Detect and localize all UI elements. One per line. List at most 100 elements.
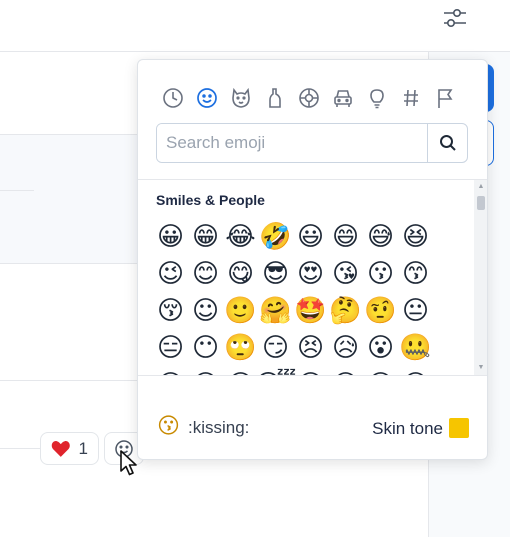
tab-food[interactable]: [260, 84, 290, 112]
emoji-cell[interactable]: 😋: [224, 255, 257, 292]
emoji-glyph: ☺: [191, 295, 220, 326]
tab-flags[interactable]: [430, 84, 460, 112]
emoji-cell[interactable]: 😎: [259, 255, 292, 292]
emoji-preview: 😗 :kissing: Skin tone: [138, 412, 487, 442]
emoji-cell[interactable]: 😝: [399, 366, 432, 376]
emoji-cell[interactable]: 🤔: [329, 292, 362, 329]
emoji-cell[interactable]: 🤐: [399, 329, 432, 366]
emoji-cell[interactable]: 😉: [154, 255, 187, 292]
emoji-cell[interactable]: 😗: [364, 255, 397, 292]
emoji-cell[interactable]: 😥: [329, 329, 362, 366]
emoji-cell[interactable]: 😴: [255, 366, 297, 376]
smiley-icon: [197, 88, 217, 108]
reaction-heart[interactable]: 1: [40, 432, 99, 465]
car-icon: [334, 90, 352, 107]
emoji-cell[interactable]: 😮: [364, 329, 397, 366]
emoji-cell[interactable]: 😪: [189, 366, 222, 376]
emoji-cell[interactable]: 😃: [294, 218, 327, 255]
emoji-cell[interactable]: 😍: [294, 255, 327, 292]
tab-activities[interactable]: [294, 84, 324, 112]
ball-icon: [299, 88, 319, 108]
reaction-count: 1: [78, 438, 88, 458]
emoji-cell[interactable]: 😐: [399, 292, 432, 329]
skin-tone-selector[interactable]: [449, 418, 469, 438]
emoji-glyph: 😘: [331, 258, 360, 289]
emoji-glyph: 🤐: [399, 332, 432, 363]
emoji-cell[interactable]: 😚: [154, 292, 187, 329]
emoji-glyph: 😚: [156, 295, 185, 326]
emoji-glyph: 😑: [156, 332, 185, 363]
heart-icon: [51, 440, 70, 457]
emoji-grid: 😀😁😂🤣😃😄😅😆 😉😊😋😎😍😘😗😙 😚☺🙂🤗🤩🤔🤨😐 😑😶🙄😏😣😥😮🤐 😯😪😫😴😌😛😜😝: [154, 218, 432, 376]
scrollbar[interactable]: ▲ ▼: [474, 180, 487, 375]
emoji-glyph: 😗: [366, 258, 395, 289]
scroll-thumb[interactable]: [477, 196, 485, 210]
emoji-glyph: 🙂: [224, 295, 257, 326]
emoji-cell[interactable]: 😂: [224, 218, 257, 255]
emoji-cell[interactable]: 😁: [189, 218, 222, 255]
scroll-up-arrow[interactable]: ▲: [477, 183, 485, 191]
sliders-icon: [444, 9, 466, 28]
emoji-glyph: 🤔: [329, 295, 362, 326]
emoji-glyph: 😁: [191, 221, 220, 252]
emoji-cell[interactable]: 😶: [189, 329, 222, 366]
scroll-down-arrow[interactable]: ▼: [477, 364, 485, 372]
emoji-glyph: 😉: [156, 258, 185, 289]
tab-symbols[interactable]: [396, 84, 426, 112]
tab-objects[interactable]: [362, 84, 392, 112]
emoji-cell[interactable]: 😄: [329, 218, 362, 255]
emoji-glyph: 😣: [296, 332, 325, 363]
emoji-glyph: 😎: [261, 258, 290, 289]
emoji-cell[interactable]: 🤗: [259, 292, 292, 329]
emoji-cell[interactable]: 😌: [294, 366, 327, 376]
dog-face-icon: [232, 87, 250, 108]
emoji-glyph: 🤨: [364, 295, 397, 326]
emoji-cell[interactable]: 😆: [399, 218, 432, 255]
emoji-cell[interactable]: 😫: [224, 366, 257, 376]
preview-emoji: 😗: [157, 414, 180, 439]
emoji-glyph: 😀: [156, 221, 185, 252]
search-button[interactable]: [427, 124, 467, 162]
section-title: Smiles & People: [156, 192, 265, 208]
emoji-picker: Smiles & People 😀😁😂🤣😃😄😅😆😉😊😋😎😍😘😗😙😚☺🙂🤗🤩🤔🤨😐…: [137, 59, 488, 460]
mouse-cursor-icon: [120, 450, 137, 476]
emoji-search: [156, 123, 468, 163]
emoji-cell[interactable]: 🤩: [294, 292, 327, 329]
emoji-cell[interactable]: 🙄: [224, 329, 257, 366]
emoji-list: Smiles & People 😀 😁 😂 🤣 😃 😄 😅 😆 😉 😊 😋 😎 😍 😘 😗 😙 😚 ☺ 🙂 🤗 🤩 🤔 🤨 😐…: [138, 180, 487, 376]
preview-name: :kissing:: [188, 418, 250, 437]
emoji-glyph: 😆: [401, 221, 430, 252]
emoji-cell[interactable]: ☺: [189, 292, 222, 329]
clock-icon: [163, 88, 183, 108]
divider: [0, 190, 34, 191]
emoji-glyph: 😂: [225, 221, 256, 252]
emoji-cell[interactable]: 😯: [154, 366, 187, 376]
emoji-cell[interactable]: 😘: [329, 255, 362, 292]
emoji-cell[interactable]: 🤣: [259, 218, 292, 255]
emoji-glyph: 🙄: [224, 332, 257, 363]
search-input[interactable]: [157, 124, 427, 162]
tab-recent[interactable]: [158, 84, 188, 112]
emoji-cell[interactable]: 😊: [189, 255, 222, 292]
emoji-cell[interactable]: 😙: [399, 255, 432, 292]
emoji-cell[interactable]: 🤨: [364, 292, 397, 329]
tab-animals[interactable]: [226, 84, 256, 112]
divider: [138, 375, 487, 376]
bottle-icon: [269, 88, 281, 108]
emoji-cell[interactable]: 😜: [364, 366, 397, 376]
filter-settings-button[interactable]: [438, 2, 472, 34]
emoji-cell[interactable]: 😀: [154, 218, 187, 255]
emoji-cell[interactable]: 🙂: [224, 292, 257, 329]
emoji-cell[interactable]: 😏: [259, 329, 292, 366]
tab-smileys[interactable]: [192, 84, 222, 112]
tab-travel[interactable]: [328, 84, 358, 112]
emoji-glyph: 🤗: [259, 295, 292, 326]
emoji-glyph: 😋: [226, 258, 255, 289]
hash-icon: [404, 89, 418, 107]
emoji-cell[interactable]: 😑: [154, 329, 187, 366]
emoji-glyph: 😊: [191, 258, 220, 289]
emoji-cell[interactable]: 😛: [329, 366, 362, 376]
emoji-cell[interactable]: 😣: [294, 329, 327, 366]
lightbulb-icon: [370, 89, 384, 109]
emoji-cell[interactable]: 😅: [364, 218, 397, 255]
